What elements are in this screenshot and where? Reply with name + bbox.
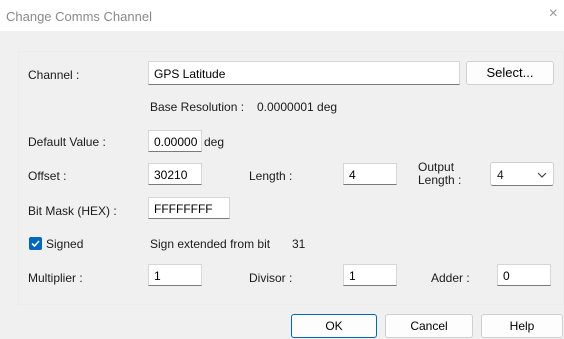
default-value-unit: deg: [204, 135, 225, 149]
output-length-value: 4: [497, 168, 504, 182]
sign-extended-bit-value: 31: [292, 237, 306, 251]
cancel-button[interactable]: Cancel: [385, 314, 473, 338]
multiplier-label: Multiplier :: [28, 271, 83, 285]
ok-button[interactable]: OK: [291, 314, 377, 338]
output-length-select[interactable]: 4: [490, 162, 554, 186]
base-resolution-label: Base Resolution :: [150, 100, 245, 114]
adder-label: Adder :: [431, 271, 470, 285]
signed-label: Signed: [46, 237, 84, 251]
output-length-label: Output Length :: [418, 161, 461, 187]
adder-input[interactable]: 0: [497, 264, 551, 286]
bit-mask-input[interactable]: FFFFFFFF: [148, 197, 230, 219]
output-length-label-line1: Output: [418, 160, 455, 174]
checkmark-icon: [31, 240, 40, 248]
chevron-down-icon: [537, 172, 547, 178]
length-input[interactable]: 4: [343, 163, 397, 185]
offset-label: Offset :: [28, 169, 67, 183]
help-button[interactable]: Help: [481, 314, 563, 338]
default-value-input[interactable]: 0.00000: [148, 130, 202, 152]
change-comms-channel-dialog: Change Comms Channel × Channel : GPS Lat…: [0, 0, 564, 339]
offset-input[interactable]: 30210: [148, 163, 202, 185]
multiplier-input[interactable]: 1: [148, 264, 202, 286]
select-channel-button[interactable]: Select...: [466, 61, 554, 85]
sign-extended-label: Sign extended from bit: [150, 237, 271, 251]
bit-mask-label: Bit Mask (HEX) :: [28, 204, 117, 218]
dialog-body: Channel : GPS Latitude Select... Base Re…: [0, 31, 564, 339]
window-title: Change Comms Channel: [6, 9, 152, 24]
signed-checkbox[interactable]: [29, 237, 42, 250]
base-resolution-value: 0.0000001 deg: [257, 100, 338, 114]
channel-label: Channel :: [28, 68, 80, 82]
output-length-label-line2: Length :: [418, 173, 462, 187]
divisor-input[interactable]: 1: [343, 264, 397, 286]
title-bar: Change Comms Channel ×: [0, 0, 564, 30]
close-icon[interactable]: ×: [549, 5, 558, 23]
default-value-label: Default Value :: [28, 135, 106, 149]
channel-input[interactable]: GPS Latitude: [148, 61, 460, 85]
divisor-label: Divisor :: [249, 271, 293, 285]
length-label: Length :: [249, 169, 293, 183]
